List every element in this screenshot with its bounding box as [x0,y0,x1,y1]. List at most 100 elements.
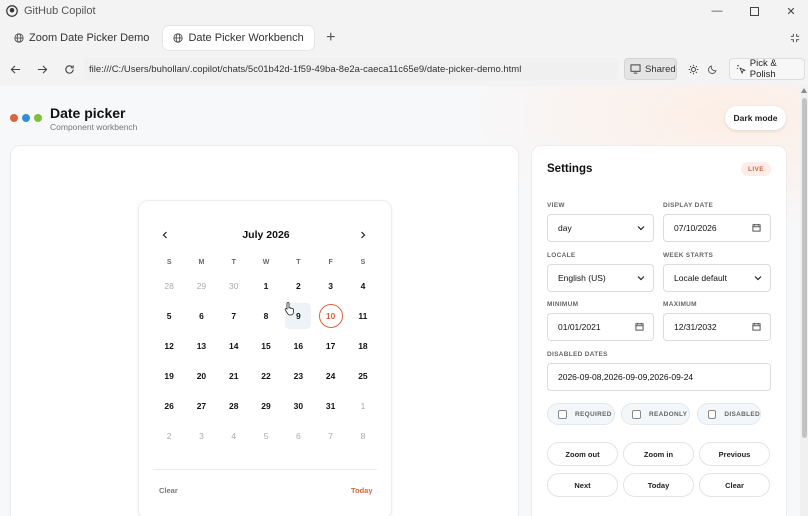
zoom-in-button[interactable]: Zoom in [623,442,694,466]
calendar-day-number: 9 [295,311,301,321]
calendar-day[interactable]: 25 [347,361,379,391]
view-label: VIEW [547,202,565,209]
calendar-day[interactable]: 8 [250,301,282,331]
calendar-day-number: 29 [196,281,207,291]
calendar-day[interactable]: 2 [153,421,185,451]
calendar-day[interactable]: 3 [314,271,346,301]
calendar-day[interactable]: 2 [282,271,314,301]
calendar-day-number: 22 [261,371,271,381]
calendar-day[interactable]: 28 [218,391,250,421]
week-starts-select[interactable]: Locale default [663,264,771,292]
today-button[interactable]: Today [623,473,694,497]
calendar-day-number: 1 [360,401,366,411]
dark-theme-button[interactable] [704,60,722,78]
pick-polish-button[interactable]: Pick & Polish [729,58,805,80]
new-tab-button[interactable]: + [322,29,340,47]
calendar-day-number: 1 [263,281,269,291]
tab-zoom-date-picker-demo[interactable]: Zoom Date Picker Demo [4,26,159,50]
calendar-day[interactable]: 4 [347,271,379,301]
next-button[interactable]: Next [547,473,618,497]
calendar-day[interactable]: 3 [185,421,217,451]
tab-date-picker-workbench[interactable]: Date Picker Workbench [163,26,314,50]
calendar-clear-button[interactable]: Clear [159,486,178,495]
maximum-label: MAXIMUM [663,301,697,308]
disabled-toggle[interactable]: DISABLED [697,403,761,425]
previous-button[interactable]: Previous [699,442,770,466]
view-select[interactable]: day [547,214,654,242]
minimum-date-input[interactable]: 01/01/2021 [547,313,654,341]
light-theme-button[interactable] [684,60,702,78]
calendar-day[interactable]: 23 [282,361,314,391]
calendar-day-number: 28 [164,281,174,291]
calendar-day[interactable]: 8 [347,421,379,451]
required-toggle[interactable]: REQUIRED [547,403,615,425]
calendar-day[interactable]: 7 [218,301,250,331]
calendar-day[interactable]: 5 [250,421,282,451]
calendar-day[interactable]: 30 [282,391,314,421]
shared-button[interactable]: Shared [624,58,677,80]
weekday-header: T [296,258,301,266]
reload-button[interactable] [57,58,81,80]
minimum-value: 01/01/2021 [558,322,601,332]
calendar-day[interactable]: 21 [218,361,250,391]
required-label: REQUIRED [575,410,612,418]
calendar-day-number: 23 [293,371,304,381]
clear-button[interactable]: Clear [699,473,770,497]
back-button[interactable] [3,58,27,80]
reload-icon [64,64,74,74]
calendar-day[interactable]: 12 [153,331,185,361]
scrollbar-thumb[interactable] [802,98,807,438]
calendar-day[interactable]: 16 [282,331,314,361]
calendar-day[interactable]: 27 [185,391,217,421]
calendar-day[interactable]: 6 [185,301,217,331]
calendar-day[interactable]: 26 [153,391,185,421]
calendar-day-number: 28 [229,401,239,411]
brand-dots [10,114,42,122]
calendar-day[interactable]: 4 [218,421,250,451]
display-date-input[interactable]: 07/10/2026 [663,214,771,242]
zoom-out-button[interactable]: Zoom out [547,442,618,466]
calendar-day[interactable]: 29 [250,391,282,421]
collapse-button[interactable] [790,30,800,48]
calendar-day[interactable]: 24 [314,361,346,391]
calendar-day-number: 15 [261,341,271,351]
calendar-today-button[interactable]: Today [351,486,373,495]
calendar-day[interactable]: 19 [153,361,185,391]
weekday-header: T [231,258,236,266]
calendar-day[interactable]: 14 [218,331,250,361]
calendar-day[interactable]: 1 [250,271,282,301]
dark-mode-button[interactable]: Dark mode [725,106,786,130]
chevron-down-icon [637,276,645,281]
calendar-day[interactable]: 1 [347,391,379,421]
calendar-day[interactable]: 31 [314,391,346,421]
calendar-day[interactable]: 7 [314,421,346,451]
calendar-day[interactable]: 28 [153,271,185,301]
calendar-day[interactable]: 22 [250,361,282,391]
maximum-date-input[interactable]: 12/31/2032 [663,313,771,341]
disabled-dates-input[interactable]: 2026-09-08,2026-09-09,2026-09-24 [547,363,771,391]
calendar-day[interactable]: 11 [347,301,379,331]
locale-select[interactable]: English (US) [547,264,654,292]
page-subtitle: Component workbench [50,122,138,132]
close-window-button[interactable]: ✕ [771,0,808,22]
calendar-day[interactable]: 17 [314,331,346,361]
calendar-day[interactable]: 18 [347,331,379,361]
calendar-day[interactable]: 10 [314,301,346,331]
calendar-day[interactable]: 20 [185,361,217,391]
minimize-button[interactable]: — [697,0,737,22]
readonly-toggle[interactable]: READONLY [621,403,690,425]
locale-label: LOCALE [547,252,576,259]
calendar-day[interactable]: 30 [218,271,250,301]
calendar-day[interactable]: 29 [185,271,217,301]
address-input[interactable]: file:///C:/Users/buhollan/.copilot/chats… [84,58,618,80]
calendar-divider [153,469,377,470]
next-month-button[interactable] [355,227,371,243]
calendar-day[interactable]: 15 [250,331,282,361]
calendar-day[interactable]: 13 [185,331,217,361]
calendar-day-number: 4 [360,281,366,291]
page-scrollbar[interactable] [800,86,808,516]
calendar-day[interactable]: 6 [282,421,314,451]
forward-button[interactable] [30,58,54,80]
calendar-day[interactable]: 5 [153,301,185,331]
maximize-button[interactable] [734,0,774,22]
